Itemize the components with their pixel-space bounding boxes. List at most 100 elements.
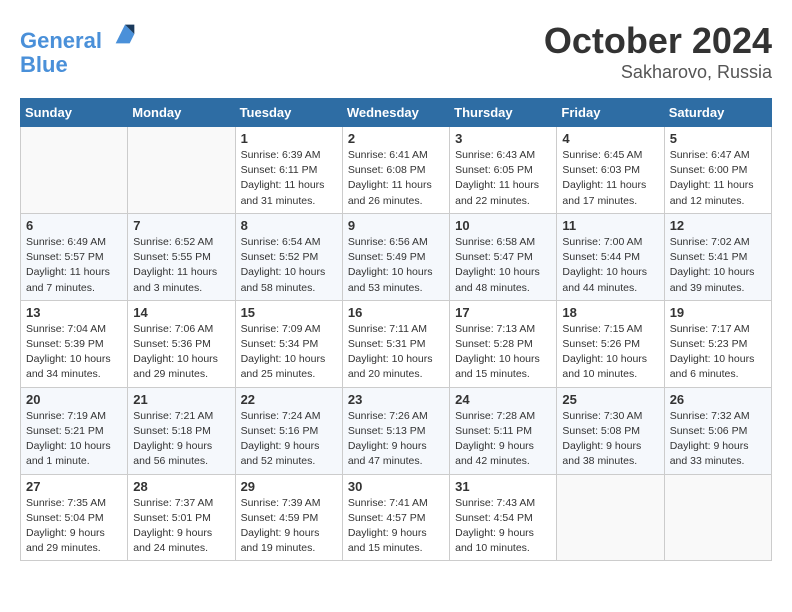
week-row-2: 6 Sunrise: 6:49 AM Sunset: 5:57 PM Daylig… (21, 213, 772, 300)
day-number: 30 (348, 479, 444, 494)
title-block: October 2024 Sakharovo, Russia (544, 20, 772, 83)
day-number: 5 (670, 131, 766, 146)
day-number: 3 (455, 131, 551, 146)
day-info: Sunrise: 7:17 AM Sunset: 5:23 PM Dayligh… (670, 322, 766, 383)
day-number: 14 (133, 305, 229, 320)
day-info: Sunrise: 7:37 AM Sunset: 5:01 PM Dayligh… (133, 496, 229, 557)
day-number: 10 (455, 218, 551, 233)
weekday-header-saturday: Saturday (664, 99, 771, 127)
day-number: 18 (562, 305, 658, 320)
calendar-cell: 11Sunrise: 7:00 AM Sunset: 5:44 PM Dayli… (557, 213, 664, 300)
weekday-header-monday: Monday (128, 99, 235, 127)
day-number: 28 (133, 479, 229, 494)
day-number: 31 (455, 479, 551, 494)
week-row-1: 1 Sunrise: 6:39 AM Sunset: 6:11 PM Daylig… (21, 127, 772, 214)
weekday-header-thursday: Thursday (450, 99, 557, 127)
calendar-cell (128, 127, 235, 214)
calendar-cell: 22 Sunrise: 7:24 AM Sunset: 5:16 PM Dayli… (235, 387, 342, 474)
calendar-cell: 4Sunrise: 6:45 AM Sunset: 6:03 PM Daylig… (557, 127, 664, 214)
calendar-cell: 14 Sunrise: 7:06 AM Sunset: 5:36 PM Dayli… (128, 300, 235, 387)
day-info: Sunrise: 7:13 AM Sunset: 5:28 PM Dayligh… (455, 322, 551, 383)
calendar-cell: 20 Sunrise: 7:19 AM Sunset: 5:21 PM Dayli… (21, 387, 128, 474)
day-info: Sunrise: 6:49 AM Sunset: 5:57 PM Dayligh… (26, 235, 122, 296)
logo-icon (111, 20, 139, 48)
calendar-cell: 21Sunrise: 7:21 AM Sunset: 5:18 PM Dayli… (128, 387, 235, 474)
day-info: Sunrise: 7:30 AM Sunset: 5:08 PM Dayligh… (562, 409, 658, 470)
location-title: Sakharovo, Russia (544, 62, 772, 83)
day-info: Sunrise: 7:32 AM Sunset: 5:06 PM Dayligh… (670, 409, 766, 470)
logo: General Blue (20, 20, 139, 77)
day-number: 16 (348, 305, 444, 320)
calendar-cell: 25 Sunrise: 7:30 AM Sunset: 5:08 PM Dayli… (557, 387, 664, 474)
day-info: Sunrise: 7:15 AM Sunset: 5:26 PM Dayligh… (562, 322, 658, 383)
calendar-cell: 6 Sunrise: 6:49 AM Sunset: 5:57 PM Daylig… (21, 213, 128, 300)
calendar-cell: 3 Sunrise: 6:43 AM Sunset: 6:05 PM Daylig… (450, 127, 557, 214)
day-info: Sunrise: 7:04 AM Sunset: 5:39 PM Dayligh… (26, 322, 122, 383)
day-number: 29 (241, 479, 337, 494)
calendar-cell: 18 Sunrise: 7:15 AM Sunset: 5:26 PM Dayli… (557, 300, 664, 387)
day-info: Sunrise: 7:35 AM Sunset: 5:04 PM Dayligh… (26, 496, 122, 557)
calendar-cell: 19 Sunrise: 7:17 AM Sunset: 5:23 PM Dayli… (664, 300, 771, 387)
logo-general: General (20, 28, 102, 53)
calendar-cell: 10 Sunrise: 6:58 AM Sunset: 5:47 PM Dayli… (450, 213, 557, 300)
day-number: 9 (348, 218, 444, 233)
day-number: 20 (26, 392, 122, 407)
week-row-5: 27 Sunrise: 7:35 AM Sunset: 5:04 PM Dayli… (21, 474, 772, 561)
day-info: Sunrise: 7:09 AM Sunset: 5:34 PM Dayligh… (241, 322, 337, 383)
calendar-cell: 2Sunrise: 6:41 AM Sunset: 6:08 PM Daylig… (342, 127, 449, 214)
calendar-cell: 13 Sunrise: 7:04 AM Sunset: 5:39 PM Dayli… (21, 300, 128, 387)
day-info: Sunrise: 6:56 AM Sunset: 5:49 PM Dayligh… (348, 235, 444, 296)
week-row-3: 13 Sunrise: 7:04 AM Sunset: 5:39 PM Dayli… (21, 300, 772, 387)
day-number: 1 (241, 131, 337, 146)
calendar-cell: 1 Sunrise: 6:39 AM Sunset: 6:11 PM Daylig… (235, 127, 342, 214)
calendar-cell: 30Sunrise: 7:41 AM Sunset: 4:57 PM Dayli… (342, 474, 449, 561)
day-number: 22 (241, 392, 337, 407)
day-number: 12 (670, 218, 766, 233)
day-info: Sunrise: 7:24 AM Sunset: 5:16 PM Dayligh… (241, 409, 337, 470)
day-number: 25 (562, 392, 658, 407)
day-info: Sunrise: 7:19 AM Sunset: 5:21 PM Dayligh… (26, 409, 122, 470)
day-number: 7 (133, 218, 229, 233)
day-number: 6 (26, 218, 122, 233)
calendar-cell: 12 Sunrise: 7:02 AM Sunset: 5:41 PM Dayli… (664, 213, 771, 300)
weekday-header-row: SundayMondayTuesdayWednesdayThursdayFrid… (21, 99, 772, 127)
weekday-header-sunday: Sunday (21, 99, 128, 127)
calendar-cell: 16 Sunrise: 7:11 AM Sunset: 5:31 PM Dayli… (342, 300, 449, 387)
day-info: Sunrise: 7:43 AM Sunset: 4:54 PM Dayligh… (455, 496, 551, 557)
day-info: Sunrise: 7:11 AM Sunset: 5:31 PM Dayligh… (348, 322, 444, 383)
calendar-cell: 8Sunrise: 6:54 AM Sunset: 5:52 PM Daylig… (235, 213, 342, 300)
calendar-cell: 7 Sunrise: 6:52 AM Sunset: 5:55 PM Daylig… (128, 213, 235, 300)
weekday-header-wednesday: Wednesday (342, 99, 449, 127)
day-info: Sunrise: 6:52 AM Sunset: 5:55 PM Dayligh… (133, 235, 229, 296)
day-info: Sunrise: 7:06 AM Sunset: 5:36 PM Dayligh… (133, 322, 229, 383)
calendar-cell: 5 Sunrise: 6:47 AM Sunset: 6:00 PM Daylig… (664, 127, 771, 214)
day-info: Sunrise: 6:39 AM Sunset: 6:11 PM Dayligh… (241, 148, 337, 209)
day-info: Sunrise: 7:28 AM Sunset: 5:11 PM Dayligh… (455, 409, 551, 470)
calendar-cell: 15 Sunrise: 7:09 AM Sunset: 5:34 PM Dayli… (235, 300, 342, 387)
calendar-table: SundayMondayTuesdayWednesdayThursdayFrid… (20, 98, 772, 561)
day-number: 13 (26, 305, 122, 320)
day-number: 27 (26, 479, 122, 494)
day-info: Sunrise: 6:58 AM Sunset: 5:47 PM Dayligh… (455, 235, 551, 296)
day-number: 26 (670, 392, 766, 407)
day-number: 23 (348, 392, 444, 407)
day-info: Sunrise: 7:02 AM Sunset: 5:41 PM Dayligh… (670, 235, 766, 296)
day-info: Sunrise: 7:21 AM Sunset: 5:18 PM Dayligh… (133, 409, 229, 470)
day-number: 19 (670, 305, 766, 320)
day-info: Sunrise: 6:41 AM Sunset: 6:08 PM Dayligh… (348, 148, 444, 209)
calendar-cell (21, 127, 128, 214)
logo-blue: Blue (20, 52, 68, 77)
day-info: Sunrise: 7:00 AM Sunset: 5:44 PM Dayligh… (562, 235, 658, 296)
day-info: Sunrise: 7:39 AM Sunset: 4:59 PM Dayligh… (241, 496, 337, 557)
day-number: 24 (455, 392, 551, 407)
calendar-cell (557, 474, 664, 561)
day-info: Sunrise: 6:47 AM Sunset: 6:00 PM Dayligh… (670, 148, 766, 209)
day-number: 4 (562, 131, 658, 146)
calendar-cell: 9 Sunrise: 6:56 AM Sunset: 5:49 PM Daylig… (342, 213, 449, 300)
day-number: 15 (241, 305, 337, 320)
calendar-cell: 28 Sunrise: 7:37 AM Sunset: 5:01 PM Dayli… (128, 474, 235, 561)
weekday-header-tuesday: Tuesday (235, 99, 342, 127)
day-info: Sunrise: 6:43 AM Sunset: 6:05 PM Dayligh… (455, 148, 551, 209)
weekday-header-friday: Friday (557, 99, 664, 127)
week-row-4: 20 Sunrise: 7:19 AM Sunset: 5:21 PM Dayli… (21, 387, 772, 474)
